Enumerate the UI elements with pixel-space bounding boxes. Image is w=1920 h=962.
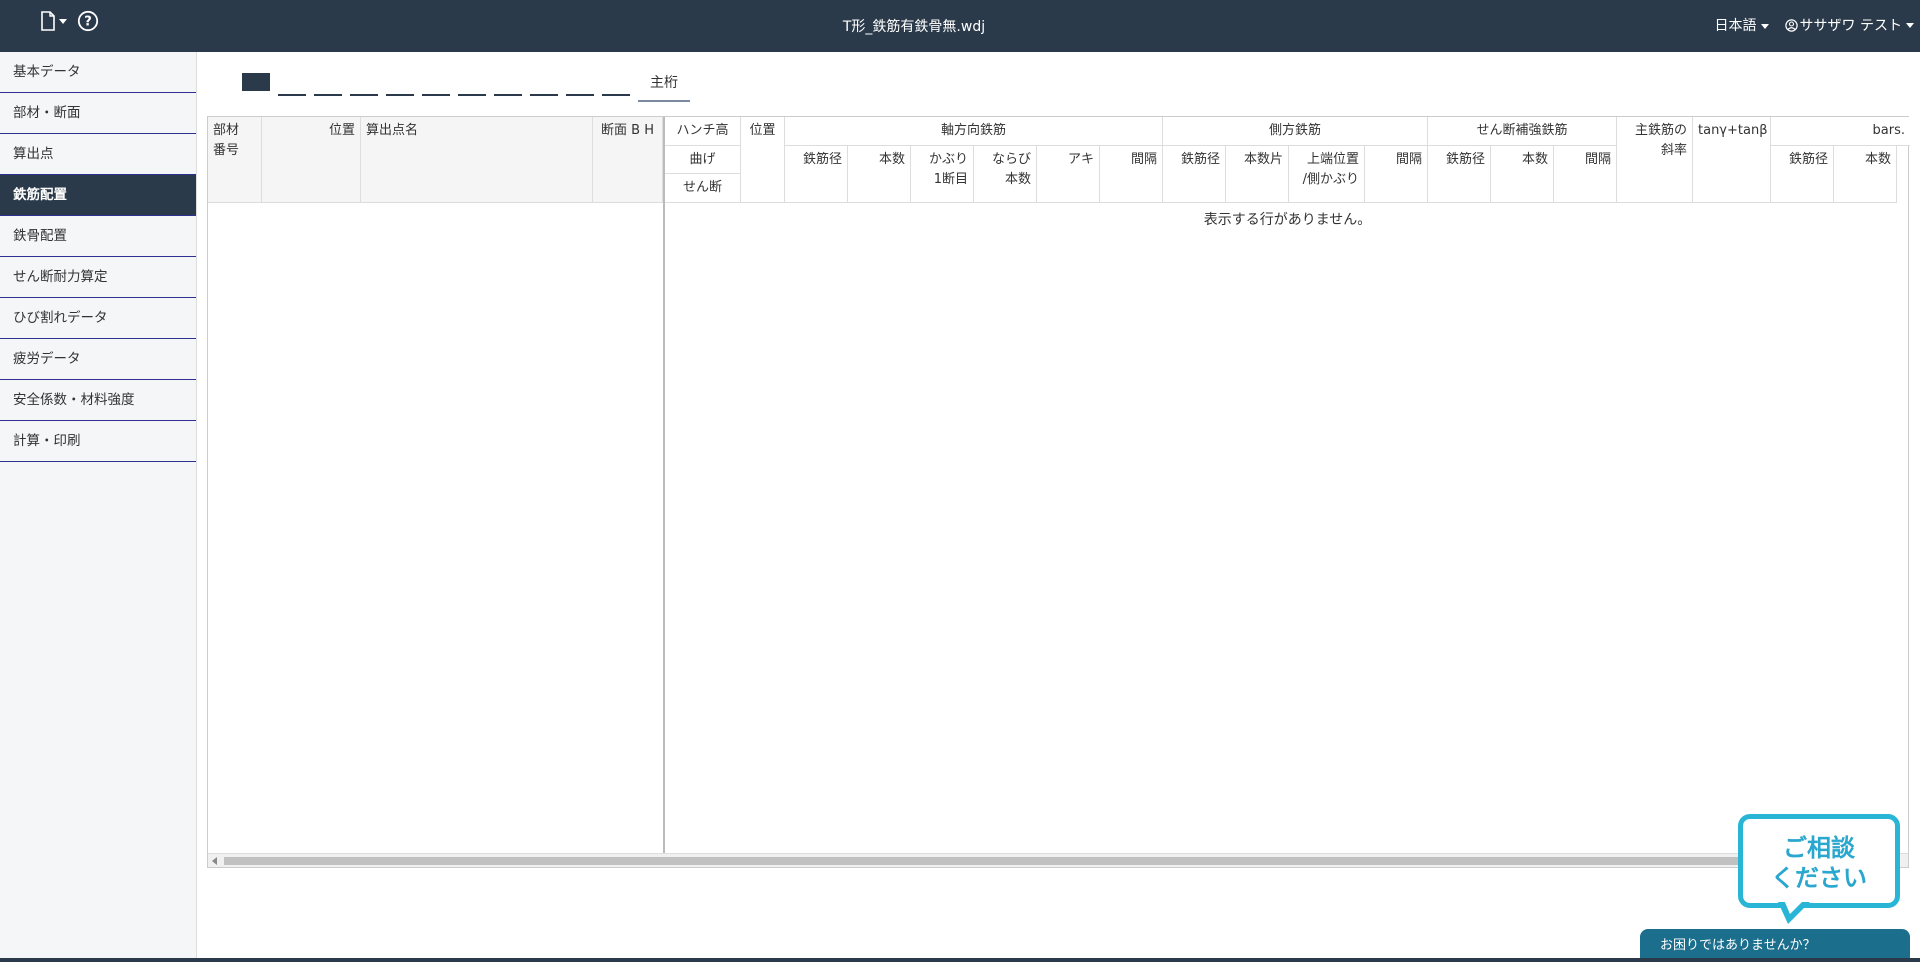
header-cover[interactable]: かぶり 1断目 — [911, 146, 974, 203]
sidebar-item-member-section[interactable]: 部材・断面 — [0, 93, 196, 134]
header-interval[interactable]: 間隔 — [1100, 146, 1163, 203]
app-header: ? T形_鉄筋有鉄骨無.wdj 日本語 ササザワ テスト — [0, 0, 1920, 52]
tab-main-girder[interactable]: 主桁 — [638, 72, 690, 102]
header-side-interval[interactable]: 間隔 — [1365, 146, 1428, 203]
header-main-slope[interactable]: 主鉄筋の 斜率 — [1617, 117, 1693, 203]
rebar-grid: 部材 番号 位置 算出点名 断面 B H ハンチ高 曲げ せん断 位置 軸方向鉄… — [207, 116, 1910, 868]
sidebar-item-crack-data[interactable]: ひび割れデータ — [0, 298, 196, 339]
tab-7[interactable] — [458, 94, 486, 96]
sidebar-item-rebar-layout[interactable]: 鉄筋配置 — [0, 175, 196, 216]
tab-6[interactable] — [422, 94, 450, 96]
sidebar-item-calc-points[interactable]: 算出点 — [0, 134, 196, 175]
header-top-position[interactable]: 上端位置/側かぶり — [1289, 146, 1365, 203]
language-menu[interactable]: 日本語 — [1715, 15, 1769, 35]
tab-2[interactable] — [278, 94, 306, 96]
horizontal-scrollbar[interactable] — [208, 853, 1908, 867]
user-menu[interactable]: ササザワ テスト — [1784, 15, 1914, 35]
header-bars-count[interactable]: 本数 — [1834, 146, 1897, 203]
sidebar-item-calc-print[interactable]: 計算・印刷 — [0, 421, 196, 462]
header-member-no[interactable]: 部材 番号 — [208, 117, 262, 203]
bubble-tail-inner — [1784, 900, 1804, 914]
sidebar-item-basic-data[interactable]: 基本データ — [0, 52, 196, 93]
bottom-border — [0, 958, 1920, 962]
header-side-rebar[interactable]: 側方鉄筋 — [1163, 117, 1428, 146]
tab-4[interactable] — [350, 94, 378, 96]
sidebar-item-steel-layout[interactable]: 鉄骨配置 — [0, 216, 196, 257]
tab-11[interactable] — [602, 94, 630, 96]
header-shear-count[interactable]: 本数 — [1491, 146, 1554, 203]
scroll-left-icon[interactable] — [212, 857, 217, 865]
sidebar: 基本データ 部材・断面 算出点 鉄筋配置 鉄骨配置 せん断耐力算定 ひび割れデー… — [0, 52, 197, 962]
header-side-diameter[interactable]: 鉄筋径 — [1163, 146, 1226, 203]
tab-3[interactable] — [314, 94, 342, 96]
header-bending[interactable]: 曲げ — [665, 146, 741, 174]
tab-bar: 主桁 — [242, 68, 690, 102]
header-rows[interactable]: ならび 本数 — [974, 146, 1037, 203]
file-title: T形_鉄筋有鉄骨無.wdj — [842, 19, 986, 35]
tab-8[interactable] — [494, 94, 522, 96]
empty-rows-message: 表示する行がありません。 — [1203, 212, 1372, 228]
header-side-count[interactable]: 本数片 — [1226, 146, 1289, 203]
tab-5[interactable] — [386, 94, 414, 96]
consult-bubble[interactable]: ご相談 ください — [1738, 814, 1900, 908]
header-bars[interactable]: bars. — [1771, 117, 1910, 146]
header-shear-diameter[interactable]: 鉄筋径 — [1428, 146, 1491, 203]
header-shear-rebar[interactable]: せん断補強鉄筋 — [1428, 117, 1617, 146]
header-bars-diameter[interactable]: 鉄筋径 — [1771, 146, 1834, 203]
header-section-bh[interactable]: 断面 B H — [593, 117, 663, 203]
header-axial-rebar[interactable]: 軸方向鉄筋 — [785, 117, 1163, 146]
scrollbar-thumb[interactable] — [224, 857, 1884, 865]
tab-10[interactable] — [566, 94, 594, 96]
chevron-down-icon — [1906, 22, 1914, 28]
header-axial-count[interactable]: 本数 — [848, 146, 911, 203]
header-tan[interactable]: tanγ+tanβ — [1693, 117, 1771, 203]
header-haunch-height[interactable]: ハンチ高 — [665, 117, 741, 146]
sidebar-item-safety-factors[interactable]: 安全係数・材料強度 — [0, 380, 196, 421]
tab-1[interactable] — [242, 73, 270, 91]
header-position[interactable]: 位置 — [262, 117, 361, 203]
sidebar-item-fatigue-data[interactable]: 疲労データ — [0, 339, 196, 380]
header-shear[interactable]: せん断 — [665, 174, 741, 203]
tab-9[interactable] — [530, 94, 558, 96]
header-calc-point-name[interactable]: 算出点名 — [361, 117, 593, 203]
header-position-2[interactable]: 位置 — [741, 117, 785, 203]
header-gap[interactable]: アキ — [1037, 146, 1100, 203]
sidebar-item-shear-capacity[interactable]: せん断耐力算定 — [0, 257, 196, 298]
chevron-down-icon — [1760, 23, 1769, 29]
user-icon — [1784, 18, 1798, 32]
header-shear-interval[interactable]: 間隔 — [1554, 146, 1617, 203]
header-axial-diameter[interactable]: 鉄筋径 — [785, 146, 848, 203]
